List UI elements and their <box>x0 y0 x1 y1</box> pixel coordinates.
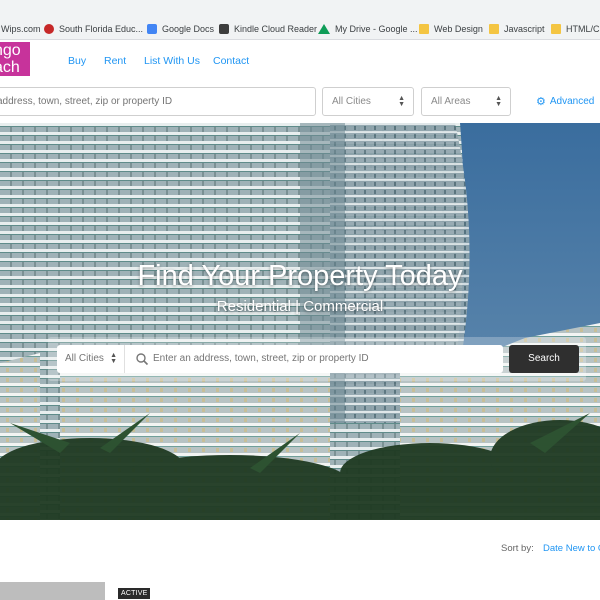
hero-search-form: All Cities ▲ ▼ Enter an address, town, st… <box>48 337 586 381</box>
hero-title: Find Your Property Today <box>137 260 463 292</box>
listing-thumbnail[interactable] <box>0 582 105 600</box>
hero-banner: Find Your Property Today Residential | C… <box>0 123 600 520</box>
header-search-placeholder: address, town, street, zip or property I… <box>0 96 173 107</box>
bookmark-javascript[interactable]: Javascript <box>489 22 545 36</box>
select-arrows-icon: ▲ ▼ <box>110 352 117 365</box>
bookmark-web-design[interactable]: Web Design <box>419 22 483 36</box>
bookmark-label: Javascript <box>504 24 545 34</box>
hero-search-placeholder: Enter an address, town, street, zip or p… <box>153 353 369 364</box>
apple-icon <box>44 24 54 34</box>
advanced-search-link[interactable]: ⚙ Advanced <box>536 95 594 108</box>
header-search-input[interactable]: address, town, street, zip or property I… <box>0 87 316 116</box>
hero-building-photo <box>0 123 600 520</box>
advanced-label: Advanced <box>549 96 595 107</box>
docs-icon <box>147 24 157 34</box>
gear-icon: ⚙ <box>536 96 546 108</box>
bookmark-google-docs[interactable]: Google Docs <box>147 22 214 36</box>
bookmark-label: My Drive - Google ... <box>335 24 418 34</box>
header-city-select[interactable]: All Cities ▲ ▼ <box>322 87 414 116</box>
folder-icon <box>489 24 499 34</box>
status-badge: ACTIVE <box>118 588 151 599</box>
search-button[interactable]: Search <box>509 345 579 373</box>
city-select-value: All Cities <box>332 96 371 107</box>
hero-search-input[interactable]: Enter an address, town, street, zip or p… <box>125 345 503 373</box>
bookmark-my-drive[interactable]: My Drive - Google ... <box>318 22 418 36</box>
sort-by-select[interactable]: Date New to O <box>543 543 600 554</box>
logo-text-line1: ngo <box>0 42 21 59</box>
site-logo[interactable]: ngo ach <box>0 42 30 76</box>
bookmark-html-css[interactable]: HTML/CSS <box>551 22 600 36</box>
select-arrows-icon: ▲ ▼ <box>495 95 502 108</box>
folder-icon <box>551 24 561 34</box>
hero-city-select[interactable]: All Cities ▲ ▼ <box>57 345 125 373</box>
bookmark-label: Web Design <box>434 24 483 34</box>
bookmark-kindle[interactable]: Kindle Cloud Reader <box>219 22 317 36</box>
folder-icon <box>419 24 429 34</box>
kindle-icon <box>219 24 229 34</box>
bookmark-label: HTML/CSS <box>566 24 600 34</box>
nav-buy[interactable]: Buy <box>68 55 86 67</box>
select-arrows-icon: ▲ ▼ <box>398 95 405 108</box>
bookmark-wips[interactable]: Wips.com <box>1 22 41 36</box>
header-area-select[interactable]: All Areas ▲ ▼ <box>421 87 511 116</box>
bookmark-label: South Florida Educ... <box>59 24 144 34</box>
bookmark-label: Wips.com <box>1 24 41 34</box>
sort-by-label: Sort by: <box>501 543 534 554</box>
bookmark-label: Google Docs <box>162 24 215 34</box>
drive-icon <box>318 24 330 34</box>
nav-list-with-us[interactable]: List With Us <box>144 55 200 67</box>
nav-contact[interactable]: Contact <box>213 55 249 67</box>
bookmark-south-florida[interactable]: South Florida Educ... <box>44 22 143 36</box>
bookmarks-bar: Wips.com South Florida Educ... Google Do… <box>0 0 600 40</box>
area-select-value: All Areas <box>431 96 471 107</box>
hero-city-value: All Cities <box>65 353 104 364</box>
search-icon <box>136 353 149 366</box>
bookmark-label: Kindle Cloud Reader <box>234 24 318 34</box>
logo-text-line2: ach <box>0 59 20 76</box>
hero-subtitle: Residential | Commercial <box>216 298 384 315</box>
nav-rent[interactable]: Rent <box>104 55 126 67</box>
